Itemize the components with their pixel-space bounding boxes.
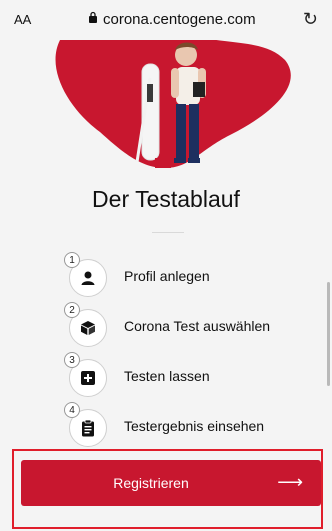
register-button[interactable]: Registrieren ⟶	[21, 460, 321, 506]
step-number: 2	[64, 302, 80, 318]
arrow-right-icon: ⟶	[277, 472, 303, 492]
page-title: Der Testablauf	[92, 186, 240, 212]
step-item: 4 Testergebnis einsehen	[64, 402, 324, 448]
step-item: 1 Profil anlegen	[64, 252, 324, 298]
step-number: 1	[64, 252, 80, 268]
step-label: Testen lassen	[124, 368, 210, 384]
title-divider	[152, 232, 184, 233]
step-item: 3 Testen lassen	[64, 352, 324, 398]
text-size-button[interactable]: AA	[14, 12, 31, 27]
browser-address-bar[interactable]: AA corona.centogene.com ↻	[0, 0, 332, 40]
step-label: Corona Test auswählen	[124, 318, 271, 334]
step-number: 3	[64, 352, 80, 368]
step-label: Testergebnis einsehen	[124, 418, 265, 434]
url-field[interactable]: corona.centogene.com	[88, 11, 256, 28]
step-item: 2 Corona Test auswählen	[64, 302, 324, 348]
step-number: 4	[64, 402, 80, 418]
scrollbar[interactable]	[327, 282, 330, 386]
url-text: corona.centogene.com	[103, 11, 256, 28]
step-label: Profil anlegen	[124, 268, 210, 284]
reload-icon[interactable]: ↻	[303, 9, 318, 30]
lock-icon	[88, 11, 98, 28]
register-button-label: Registrieren	[113, 475, 189, 491]
